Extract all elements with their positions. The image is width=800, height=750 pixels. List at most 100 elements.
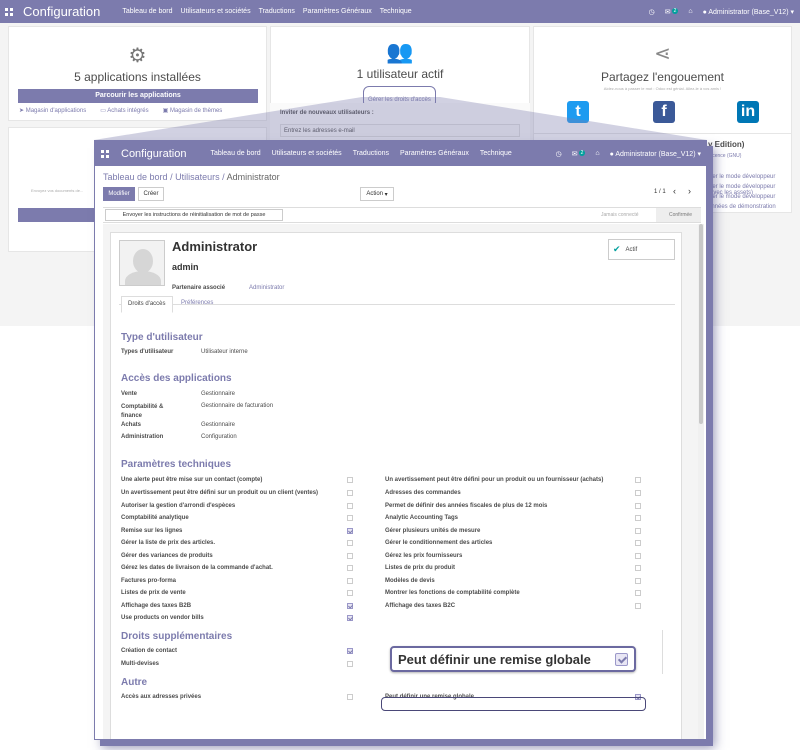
tech-right-checkbox[interactable]: [635, 528, 641, 534]
avatar[interactable]: [119, 240, 165, 286]
section-technical: Paramètres techniques: [121, 459, 232, 470]
section-user-type: Type d'utilisateur: [121, 332, 203, 343]
access-accounting-value[interactable]: Gestionnaire de facturation: [201, 403, 273, 409]
tech-right-checkbox[interactable]: [635, 590, 641, 596]
tab-access-rights[interactable]: Droits d'accès: [121, 296, 173, 313]
form-user-menu[interactable]: ● Administrator (Base_V12) ▾: [610, 150, 701, 158]
tab-preferences[interactable]: Préférences: [181, 300, 213, 306]
status-bar: Envoyer les instructions de réinitialisa…: [103, 207, 701, 223]
tech-left-checkbox[interactable]: [347, 590, 353, 596]
tech-right-checkbox[interactable]: [635, 578, 641, 584]
extra-contact-checkbox[interactable]: [347, 648, 353, 654]
form-user-name: Administrator (Base_V12): [615, 150, 696, 158]
form-chat-icon[interactable]: ✉ 2: [572, 149, 586, 158]
section-other: Autre: [121, 677, 148, 688]
extra-contact-label: Création de contact: [121, 648, 178, 654]
status-confirmed[interactable]: Confirmée: [656, 208, 701, 222]
tech-left-label: Use products on vendor bills: [121, 615, 204, 621]
global-discount-highlight: [381, 697, 646, 711]
form-nav-general-settings[interactable]: Paramètres Généraux: [400, 150, 469, 157]
form-nav-users[interactable]: Utilisateurs et sociétés: [272, 150, 342, 157]
edit-button[interactable]: Modifier: [103, 187, 135, 201]
partner-link[interactable]: Administrator: [249, 285, 284, 291]
callout-checkbox[interactable]: [615, 653, 628, 666]
access-accounting-label: Comptabilité & finance: [121, 404, 164, 419]
tech-left-label: Un avertissement peut être défini sur un…: [121, 490, 319, 496]
access-sales-value[interactable]: Gestionnaire: [201, 391, 235, 397]
tech-left-checkbox[interactable]: [347, 503, 353, 509]
partner-label: Partenaire associé: [172, 285, 226, 291]
private-addresses-label: Accès aux adresses privées: [121, 694, 202, 700]
form-navbar: Configuration Tableau de bord Utilisateu…: [95, 141, 706, 166]
tech-right-label: Gérer le conditionnement des articles: [385, 540, 493, 546]
pager-next-icon[interactable]: ›: [688, 186, 691, 196]
tech-right-label: Un avertissement peut être défini pour u…: [385, 477, 604, 483]
tech-right-label: Gérer plusieurs unités de mesure: [385, 528, 481, 534]
user-type-label: Types d'utilisateur: [121, 349, 174, 355]
tech-left-label: Affichage des taxes B2B: [121, 603, 192, 609]
pager-prev-icon[interactable]: ‹: [673, 186, 676, 196]
form-scrollbar[interactable]: [698, 224, 704, 739]
breadcrumb-dashboard[interactable]: Tableau de bord: [103, 172, 168, 182]
tech-left-checkbox[interactable]: [347, 540, 353, 546]
tech-left-checkbox[interactable]: [347, 565, 353, 571]
global-discount-callout: Peut définir une remise globale: [390, 646, 636, 672]
status-never-connected[interactable]: Jamais connecté: [601, 212, 639, 218]
extra-multicurrency-checkbox[interactable]: [347, 661, 353, 667]
tech-right-checkbox[interactable]: [635, 540, 641, 546]
form-nav-translations[interactable]: Traductions: [353, 150, 389, 157]
extra-multicurrency-label: Multi-devises: [121, 661, 160, 667]
form-nav-dashboard[interactable]: Tableau de bord: [210, 150, 260, 157]
section-extra-rights: Droits supplémentaires: [121, 631, 233, 642]
tech-left-checkbox[interactable]: [347, 477, 353, 483]
tech-right-label: Montrer les fonctions de comptabilité co…: [385, 590, 520, 596]
tech-left-label: Une alerte peut être mise sur un contact…: [121, 477, 263, 483]
action-dropdown[interactable]: Action ▾: [360, 187, 394, 201]
breadcrumb: Tableau de bord / Utilisateurs / Adminis…: [103, 172, 280, 182]
check-icon: ✔: [613, 244, 621, 254]
tech-left-checkbox[interactable]: [347, 553, 353, 559]
user-name-field[interactable]: Administrator: [172, 239, 257, 254]
tech-right-label: Modèles de devis: [385, 578, 435, 584]
tech-right-checkbox[interactable]: [635, 553, 641, 559]
form-clock-icon[interactable]: ◷: [556, 150, 562, 158]
access-purchases-value[interactable]: Gestionnaire: [201, 422, 235, 428]
form-apps-menu-icon[interactable]: [101, 149, 109, 158]
tech-left-label: Autoriser la gestion d'arrondi d'espèces: [121, 503, 236, 509]
tech-left-checkbox[interactable]: [347, 490, 353, 496]
tech-left-label: Remise sur les lignes: [121, 528, 183, 534]
caret-down-icon: ▾: [384, 191, 388, 198]
breadcrumb-users[interactable]: Utilisateurs: [175, 172, 220, 182]
private-addresses-checkbox[interactable]: [347, 694, 353, 700]
tech-left-checkbox[interactable]: [347, 578, 353, 584]
tech-left-label: Comptabilité analytique: [121, 515, 189, 521]
tech-left-checkbox[interactable]: [347, 603, 353, 609]
tech-left-checkbox[interactable]: [347, 515, 353, 521]
user-type-value[interactable]: Utilisateur interne: [201, 349, 248, 355]
create-button[interactable]: Créer: [138, 187, 164, 201]
tech-right-checkbox[interactable]: [635, 603, 641, 609]
form-app-title: Configuration: [121, 147, 187, 160]
tech-right-checkbox[interactable]: [635, 503, 641, 509]
tech-right-label: Affichage des taxes B2C: [385, 603, 456, 609]
tech-right-checkbox[interactable]: [635, 515, 641, 521]
tech-right-checkbox[interactable]: [635, 490, 641, 496]
reset-password-button[interactable]: Envoyer les instructions de réinitialisa…: [105, 209, 283, 221]
action-label: Action: [366, 191, 383, 197]
callout-label: Peut définir une remise globale: [398, 651, 591, 667]
tech-left-label: Factures pro-forma: [121, 578, 177, 584]
tech-right-label: Gérez les prix fournisseurs: [385, 553, 463, 559]
form-nav-technical[interactable]: Technique: [480, 150, 512, 157]
tech-left-checkbox[interactable]: [347, 528, 353, 534]
tech-left-checkbox[interactable]: [347, 615, 353, 621]
tech-right-checkbox[interactable]: [635, 565, 641, 571]
tech-right-label: Listes de prix du produit: [385, 565, 456, 571]
user-login-field[interactable]: admin: [172, 262, 199, 272]
tech-right-checkbox[interactable]: [635, 477, 641, 483]
form-home-icon[interactable]: ⌂: [595, 150, 599, 157]
access-purchases-label: Achats: [121, 422, 142, 428]
tech-right-label: Analytic Accounting Tags: [385, 515, 459, 521]
access-admin-value[interactable]: Configuration: [201, 434, 237, 440]
pager-value: 1 / 1: [654, 189, 666, 195]
active-toggle-button[interactable]: ✔ Actif: [608, 239, 675, 260]
